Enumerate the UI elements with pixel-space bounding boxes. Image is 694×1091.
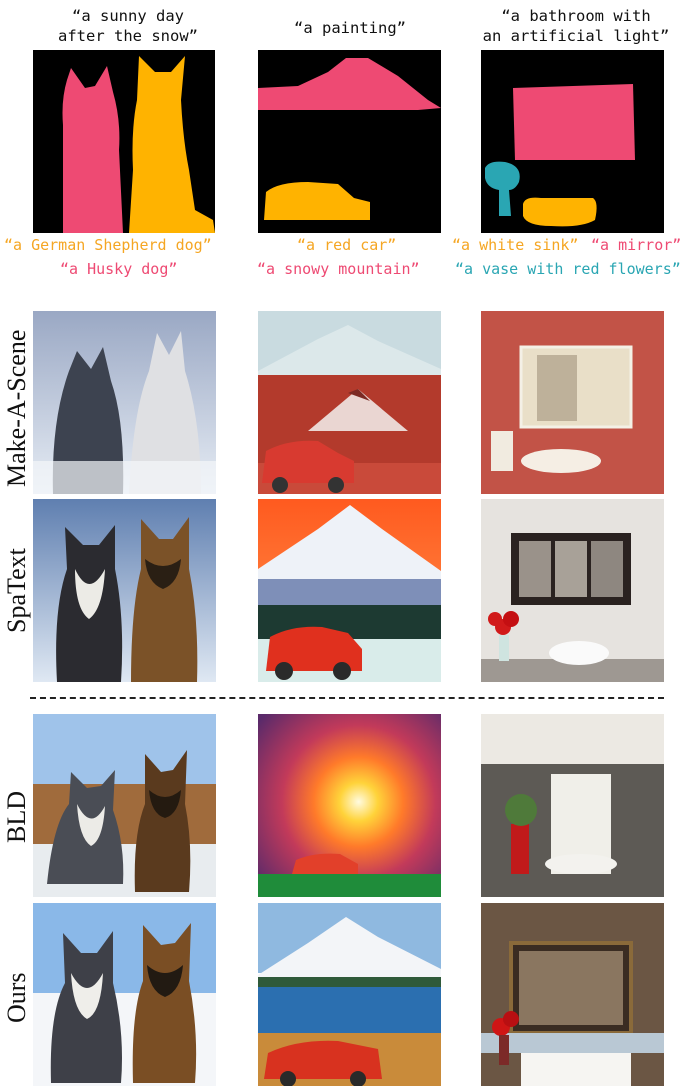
label-white-sink: “a white sink” [452,236,579,254]
image-make-a-scene-painting [258,311,441,494]
label-german-shepherd: “a German Shepherd dog” [4,236,212,254]
label-vase: “a vase with red flowers” [455,260,681,278]
row-label-spatext: SpaText [2,548,31,633]
mask-painting-shapes [258,58,441,220]
image-ours-painting [258,903,441,1086]
vase-mask-shape [485,161,520,216]
mountain-mask-shape [258,58,441,110]
image-ours-dogs [33,903,216,1086]
prompt-col2: “a painting” [294,19,406,37]
image-ours-bathroom [481,903,664,1086]
prompt-col3: “a bathroom with an artificial light” [482,7,670,45]
mirror-mask-shape [513,84,635,160]
prompt-col1: “a sunny day after the snow” [58,7,198,45]
image-spatext-bathroom [481,499,664,682]
sink-mask-shape [523,197,597,227]
mask-bathroom [481,50,664,233]
image-make-a-scene-dogs [33,311,216,494]
mask-bathroom-shapes [485,84,635,227]
car-mask-shape [264,182,370,220]
mask-dogs-shapes [62,56,215,233]
husky-mask-shape [62,66,123,233]
label-red-car: “a red car” [297,236,397,254]
image-spatext-dogs [33,499,216,682]
row-label-ours: Ours [2,972,31,1023]
dashed-separator [30,697,664,699]
image-bld-bathroom [481,714,664,897]
mask-painting [258,50,441,233]
image-spatext-painting [258,499,441,682]
image-bld-painting [258,714,441,897]
mask-dogs [33,50,215,233]
label-mirror: “a mirror” [591,236,682,254]
row-label-bld: BLD [2,791,31,843]
image-bld-dogs [33,714,216,897]
shepherd-mask-shape [129,56,215,233]
label-snowy-mountain: “a snowy mountain” [257,260,420,278]
row-label-make-a-scene: Make-A-Scene [2,329,31,487]
label-husky: “a Husky dog” [60,260,178,278]
image-make-a-scene-bathroom [481,311,664,494]
